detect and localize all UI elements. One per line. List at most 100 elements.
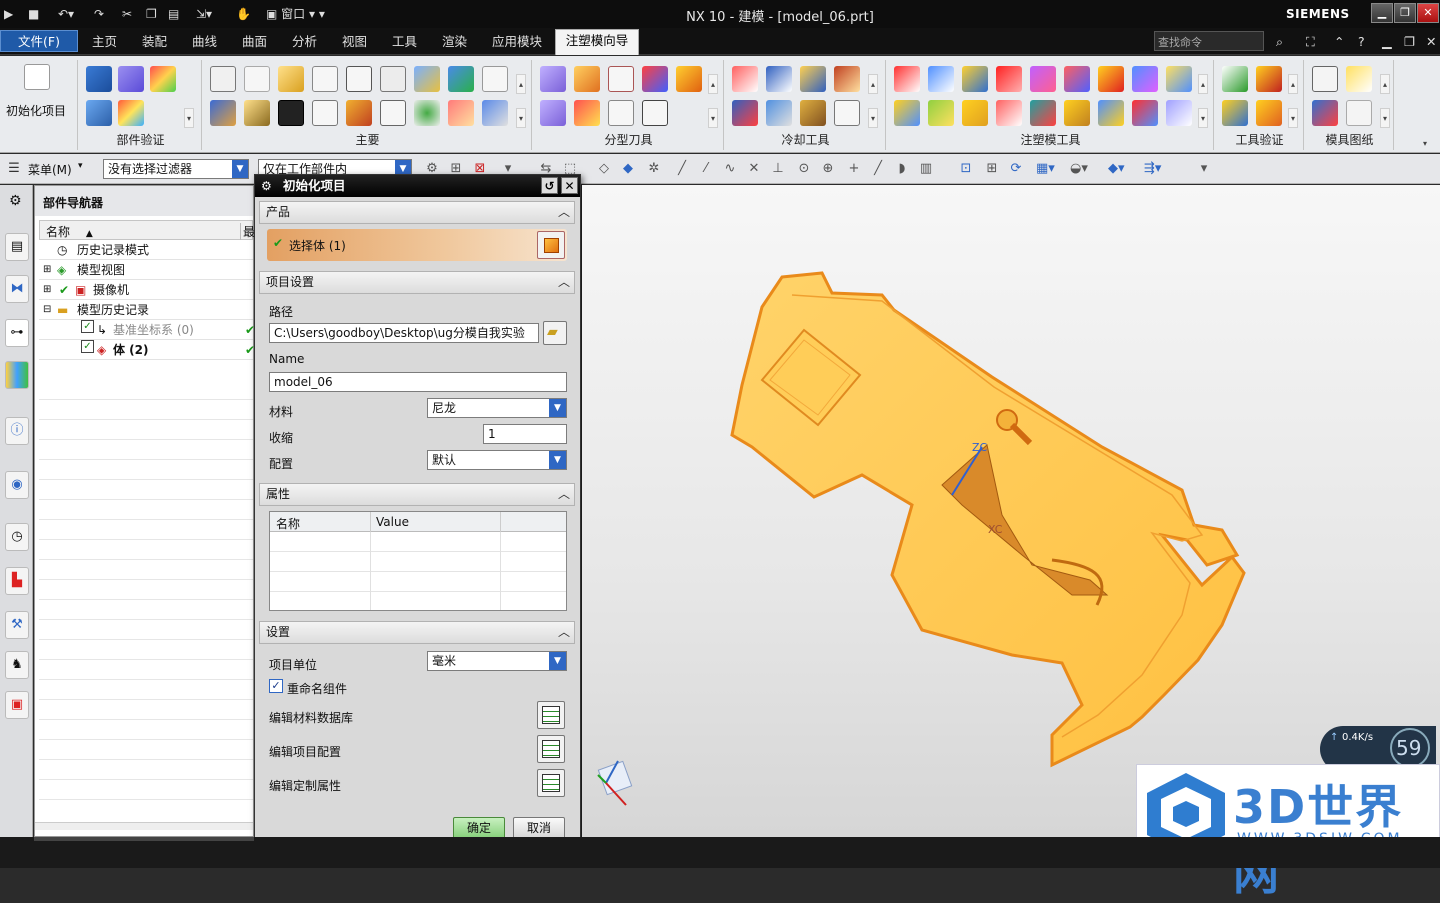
slider-lifter-icon[interactable] [482, 66, 508, 92]
part-validation-dropdown[interactable]: ▾ [184, 108, 194, 128]
doc-minimize-icon[interactable]: ▁ [1376, 31, 1398, 53]
control-point-icon[interactable]: ∿ [722, 162, 738, 176]
fit-view-icon[interactable]: ⊡ [958, 162, 974, 176]
design-region-icon[interactable] [1166, 100, 1192, 126]
cavity-layout-icon[interactable] [312, 66, 338, 92]
delete-files-icon[interactable] [448, 100, 474, 126]
extract-region-icon[interactable] [574, 100, 600, 126]
column-latest-header[interactable]: 最 [240, 223, 255, 240]
mold-drawing-dropdown-2[interactable]: ▾ [1380, 108, 1390, 128]
search-icon[interactable]: ⌕ [1270, 31, 1289, 53]
attributes-table[interactable]: 名称 Value [269, 511, 567, 611]
tool-check-icon[interactable] [1222, 66, 1248, 92]
arc-center-icon[interactable]: ⊥ [770, 162, 786, 176]
history-icon[interactable]: ◷ [5, 523, 29, 551]
part-validation-icon-4[interactable] [86, 100, 112, 126]
circle-point-icon[interactable]: ⊙ [796, 162, 812, 176]
curve-point-icon[interactable]: ╱ [870, 162, 886, 176]
standard-part-icon[interactable] [380, 66, 406, 92]
mold-csys-icon[interactable] [210, 66, 236, 92]
expand-icon[interactable]: ⊞ [43, 280, 51, 300]
browse-folder-button[interactable]: ▰ [543, 321, 567, 345]
select-body-button[interactable] [537, 231, 565, 259]
tab-render[interactable]: 渲染 [436, 31, 473, 53]
quadrant-icon[interactable]: ⊕ [820, 162, 836, 176]
minimize-button[interactable]: ▁ [1371, 3, 1393, 23]
hd3d-tools-icon[interactable]: ⓘ [5, 417, 29, 445]
tree-row-model-views[interactable]: ⊞ ◈ 模型视图 [39, 260, 253, 280]
baffle-icon[interactable] [800, 100, 826, 126]
paste-icon[interactable]: ▤ [168, 5, 179, 23]
part-navigator-icon[interactable]: ⊶ [5, 319, 29, 347]
shrink-field[interactable]: 1 [483, 424, 567, 444]
parting-navigator-icon[interactable] [642, 100, 668, 126]
web-browser-icon[interactable]: ◉ [5, 471, 29, 499]
reference-block-icon[interactable] [894, 100, 920, 126]
tab-surface[interactable]: 曲面 [236, 31, 273, 53]
face-point-icon[interactable]: ◗ [894, 162, 910, 176]
gate-icon[interactable] [244, 100, 270, 126]
horizontal-scrollbar[interactable] [35, 822, 253, 830]
assembly-navigator-icon[interactable]: ▤ [5, 233, 29, 261]
part-validation-icon-3[interactable] [150, 66, 176, 92]
gear-icon[interactable]: ⚙ [9, 193, 22, 209]
help-icon[interactable]: ? [1352, 31, 1371, 53]
cooling-extend-icon[interactable] [834, 66, 860, 92]
close-button[interactable]: ✕ [1417, 3, 1439, 23]
visibility-checkbox[interactable]: ✓ [81, 340, 94, 353]
extend-solid-icon[interactable] [962, 100, 988, 126]
ok-button[interactable]: 确定 [453, 817, 505, 839]
section-settings[interactable]: 设置 ︿ [259, 621, 575, 644]
motion-sim-icon[interactable] [1256, 100, 1282, 126]
bom-icon[interactable] [482, 100, 508, 126]
part-validation-icon-1[interactable] [86, 66, 112, 92]
attr-col-value[interactable]: Value [376, 515, 409, 529]
tab-tools[interactable]: 工具 [386, 31, 423, 53]
visibility-checkbox[interactable]: ✓ [81, 320, 94, 333]
mold-tools-dropdown-1[interactable]: ▴ [1198, 74, 1208, 94]
window-menu[interactable]: ▣ 窗口 ▾ ▾ [266, 5, 325, 23]
tree-row-datum-csys[interactable]: ✓ ↳ 基准坐标系 (0) ✔ [39, 320, 255, 340]
main-dropdown-1[interactable]: ▴ [516, 74, 526, 94]
split-face-icon[interactable] [928, 100, 954, 126]
cooling-connect-icon[interactable] [800, 66, 826, 92]
menu-dropdown-icon[interactable]: ▾ [78, 161, 83, 171]
attr-col-name[interactable]: 名称 [276, 515, 300, 532]
surface-patch-icon[interactable] [574, 66, 600, 92]
cooling-dropdown-1[interactable]: ▴ [868, 74, 878, 94]
material-select[interactable]: 尼龙 ▼ [427, 398, 567, 418]
section-product[interactable]: 产品 ︿ [259, 201, 575, 224]
trim-region-icon[interactable] [1132, 66, 1158, 92]
doc-restore-icon[interactable]: ❐ [1398, 31, 1421, 53]
dialog-gear-icon[interactable]: ⚙ [261, 175, 272, 197]
mid-point-icon[interactable]: ⁄ [698, 162, 714, 176]
mold-base-icon[interactable] [346, 66, 372, 92]
mold-tools-dropdown-2[interactable]: ▾ [1198, 108, 1208, 128]
tab-curve[interactable]: 曲线 [186, 31, 223, 53]
edit-project-config-button[interactable] [537, 735, 565, 763]
enlarge-surface-icon[interactable] [1098, 66, 1124, 92]
undo-icon[interactable]: ↶▾ [58, 5, 74, 23]
config-select[interactable]: 默认 ▼ [427, 450, 567, 470]
collapse-ribbon-icon[interactable]: ⌃ [1328, 31, 1350, 53]
tab-view[interactable]: 视图 [336, 31, 373, 53]
fullscreen-icon[interactable]: ⛶ [1300, 31, 1321, 53]
selection-filter-select[interactable]: 没有选择过滤器 ▼ [103, 159, 249, 179]
init-project-button[interactable]: 初始化项目 [6, 102, 66, 119]
constraint-navigator-icon[interactable]: ⧓ [5, 275, 29, 303]
bounded-grid-icon[interactable]: ▥ [918, 162, 934, 176]
collapse-icon[interactable]: ︿ [558, 484, 570, 505]
cooling-delete-icon[interactable] [834, 100, 860, 126]
process-studio-icon[interactable]: ⚒ [5, 611, 29, 639]
save-icon[interactable]: ■ [28, 5, 39, 23]
cancel-button[interactable]: 取消 [513, 817, 565, 839]
copy-icon[interactable]: ❐ [146, 5, 157, 23]
name-field[interactable]: model_06 [269, 372, 567, 392]
interference-icon[interactable] [1222, 100, 1248, 126]
mold-drawing-dropdown-1[interactable]: ▴ [1380, 74, 1390, 94]
solid-view-icon[interactable]: ◆ [620, 162, 636, 176]
expand-icon[interactable]: ⊞ [43, 260, 51, 280]
region-analysis-icon[interactable] [540, 66, 566, 92]
cooling-fitting-icon[interactable] [732, 100, 758, 126]
parting-surface-icon[interactable] [642, 66, 668, 92]
